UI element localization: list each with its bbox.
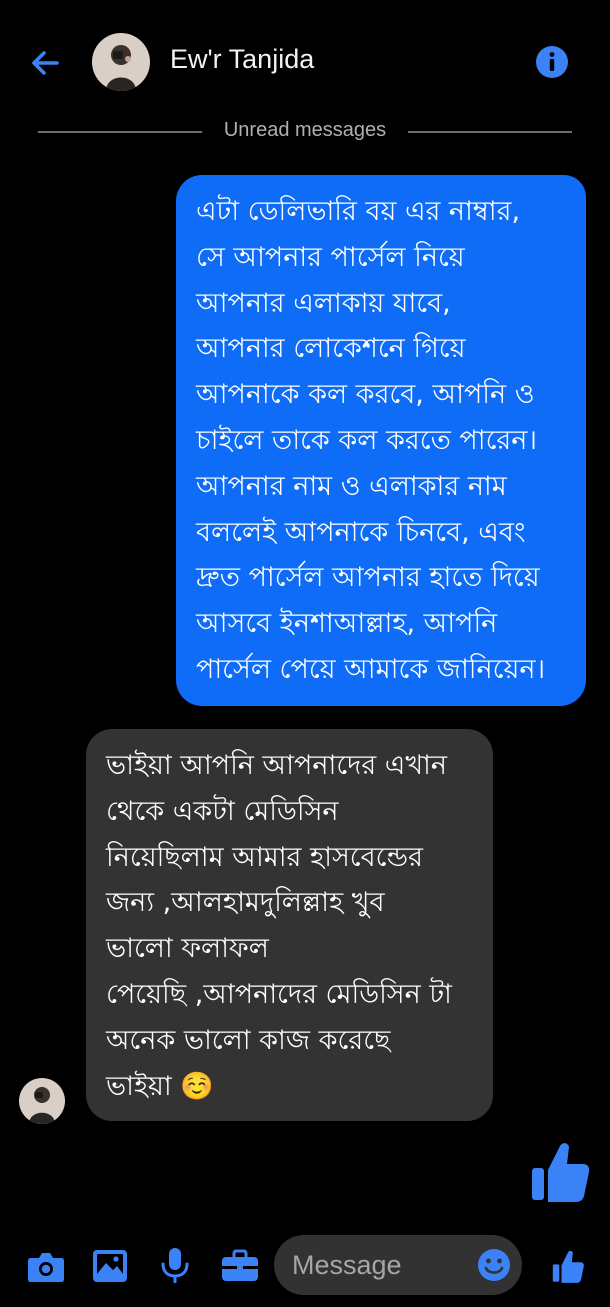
outgoing-message-bubble[interactable]: এটা ডেলিভারি বয় এর নাম্বার, সে আপনার পা… (176, 175, 586, 706)
back-button[interactable] (22, 40, 68, 86)
send-like-button[interactable] (546, 1244, 590, 1288)
info-icon (536, 46, 568, 78)
emoji-button[interactable] (474, 1245, 514, 1285)
camera-button[interactable] (24, 1244, 68, 1288)
incoming-message-bubble[interactable]: ভাইয়া আপনি আপনাদের এখান থেকে একটা মেডিস… (86, 729, 493, 1121)
divider-line (408, 131, 572, 133)
gallery-button[interactable] (88, 1244, 132, 1288)
message-field (274, 1235, 522, 1295)
info-button[interactable] (530, 40, 574, 84)
contact-name[interactable]: Ew'r Tanjida (170, 44, 314, 75)
sender-avatar (19, 1078, 65, 1124)
avatar-image (92, 33, 150, 91)
briefcase-icon (222, 1249, 258, 1281)
message-composer (0, 1230, 610, 1307)
sent-thumbs-up[interactable] (528, 1136, 592, 1206)
unread-divider: Unread messages (38, 116, 572, 146)
conversation-header: Ew'r Tanjida (0, 0, 610, 120)
message-input[interactable] (292, 1235, 472, 1295)
more-tools-button[interactable] (218, 1244, 262, 1288)
thumbs-up-icon (532, 1143, 590, 1202)
image-icon (93, 1250, 127, 1282)
microphone-icon (161, 1248, 189, 1283)
arrow-left-icon (32, 51, 59, 75)
voice-button[interactable] (153, 1244, 197, 1288)
smiley-icon (478, 1249, 510, 1281)
thumbs-up-icon (552, 1250, 584, 1283)
avatar-image (19, 1078, 65, 1124)
contact-avatar[interactable] (92, 33, 150, 91)
camera-icon (28, 1253, 64, 1282)
